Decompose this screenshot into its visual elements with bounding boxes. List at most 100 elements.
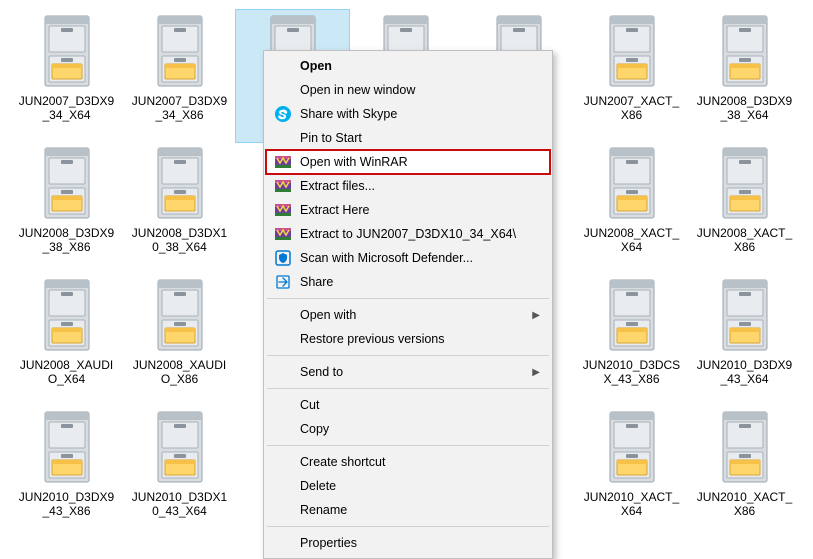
menu-item-label: Extract files...: [300, 179, 522, 193]
menu-item[interactable]: Extract Here: [266, 198, 550, 222]
menu-item[interactable]: Share: [266, 270, 550, 294]
menu-item-label: Copy: [300, 422, 522, 436]
skype-icon: [274, 105, 292, 123]
menu-item[interactable]: Scan with Microsoft Defender...: [266, 246, 550, 270]
file-label: JUN2008_XAUDIO_X64: [17, 358, 117, 387]
menu-item-label: Rename: [300, 503, 522, 517]
cabinet-icon: [39, 146, 95, 222]
menu-item-label: Open with: [300, 308, 522, 322]
none-icon: [274, 396, 292, 414]
file-label: JUN2008_XACT_X64: [582, 226, 682, 255]
defender-icon: [274, 249, 292, 267]
menu-item[interactable]: Rename: [266, 498, 550, 522]
file-item[interactable]: JUN2008_XACT_X86: [688, 142, 801, 274]
menu-item[interactable]: Open with ▶: [266, 303, 550, 327]
menu-item[interactable]: Open with WinRAR: [266, 150, 550, 174]
none-icon: [274, 534, 292, 552]
cabinet-icon: [717, 410, 773, 486]
file-item[interactable]: JUN2010_D3DCSX_43_X86: [575, 274, 688, 406]
cabinet-icon: [152, 146, 208, 222]
winrar-icon: [274, 225, 292, 243]
menu-item[interactable]: Properties: [266, 531, 550, 555]
cabinet-icon: [717, 278, 773, 354]
file-item[interactable]: JUN2007_XACT_X86: [575, 10, 688, 142]
menu-item-label: Scan with Microsoft Defender...: [300, 251, 522, 265]
menu-item[interactable]: Share with Skype: [266, 102, 550, 126]
file-label: JUN2010_D3DX10_43_X64: [130, 490, 230, 519]
cabinet-icon: [152, 278, 208, 354]
cabinet-icon: [39, 14, 95, 90]
cabinet-icon: [152, 410, 208, 486]
file-item[interactable]: JUN2010_D3DX10_43_X64: [123, 406, 236, 538]
menu-item[interactable]: Open in new window: [266, 78, 550, 102]
menu-item[interactable]: Send to ▶: [266, 360, 550, 384]
file-item[interactable]: JUN2008_D3DX10_38_X64: [123, 142, 236, 274]
file-item[interactable]: JUN2010_D3DX9_43_X64: [688, 274, 801, 406]
menu-item-label: Send to: [300, 365, 522, 379]
chevron-right-icon: ▶: [532, 310, 540, 321]
menu-item-label: Share: [300, 275, 522, 289]
menu-item[interactable]: Create shortcut: [266, 450, 550, 474]
file-label: JUN2010_D3DX9_43_X86: [17, 490, 117, 519]
chevron-right-icon: ▶: [532, 367, 540, 378]
menu-item-label: Share with Skype: [300, 107, 522, 121]
menu-item-label: Restore previous versions: [300, 332, 522, 346]
file-label: JUN2008_D3DX9_38_X86: [17, 226, 117, 255]
context-menu: Open Open in new window Share with Skype Pi…: [263, 50, 553, 559]
cabinet-icon: [39, 278, 95, 354]
file-label: JUN2008_XACT_X86: [695, 226, 795, 255]
share-icon: [274, 273, 292, 291]
none-icon: [274, 501, 292, 519]
file-item[interactable]: JUN2007_D3DX9_34_X64: [10, 10, 123, 142]
cabinet-icon: [604, 14, 660, 90]
file-label: JUN2010_D3DX9_43_X64: [695, 358, 795, 387]
menu-item[interactable]: Cut: [266, 393, 550, 417]
file-item[interactable]: JUN2010_D3DX9_43_X86: [10, 406, 123, 538]
file-label: JUN2010_D3DCSX_43_X86: [582, 358, 682, 387]
menu-separator: [267, 526, 549, 527]
menu-item-label: Open in new window: [300, 83, 522, 97]
winrar-icon: [274, 153, 292, 171]
file-item[interactable]: JUN2008_D3DX9_38_X64: [688, 10, 801, 142]
menu-item-label: Open with WinRAR: [300, 155, 522, 169]
menu-item-label: Properties: [300, 536, 522, 550]
file-item[interactable]: JUN2010_XACT_X64: [575, 406, 688, 538]
cabinet-icon: [717, 14, 773, 90]
menu-item[interactable]: Extract files...: [266, 174, 550, 198]
file-label: JUN2007_XACT_X86: [582, 94, 682, 123]
none-icon: [274, 57, 292, 75]
none-icon: [274, 81, 292, 99]
none-icon: [274, 330, 292, 348]
menu-item-label: Extract Here: [300, 203, 522, 217]
cabinet-icon: [604, 146, 660, 222]
menu-item[interactable]: Restore previous versions: [266, 327, 550, 351]
menu-separator: [267, 445, 549, 446]
file-item[interactable]: JUN2008_XAUDIO_X86: [123, 274, 236, 406]
file-label: JUN2007_D3DX9_34_X86: [130, 94, 230, 123]
cabinet-icon: [604, 410, 660, 486]
menu-item-label: Cut: [300, 398, 522, 412]
menu-separator: [267, 388, 549, 389]
cabinet-icon: [39, 410, 95, 486]
menu-item[interactable]: Delete: [266, 474, 550, 498]
cabinet-icon: [152, 14, 208, 90]
menu-item-label: Pin to Start: [300, 131, 522, 145]
menu-item-label: Extract to JUN2007_D3DX10_34_X64\: [300, 227, 522, 241]
file-label: JUN2008_D3DX10_38_X64: [130, 226, 230, 255]
file-item[interactable]: JUN2008_XACT_X64: [575, 142, 688, 274]
cabinet-icon: [604, 278, 660, 354]
file-item[interactable]: JUN2008_D3DX9_38_X86: [10, 142, 123, 274]
menu-item[interactable]: Open: [266, 54, 550, 78]
winrar-icon: [274, 177, 292, 195]
file-item[interactable]: JUN2008_XAUDIO_X64: [10, 274, 123, 406]
menu-item[interactable]: Copy: [266, 417, 550, 441]
none-icon: [274, 306, 292, 324]
menu-item-label: Open: [300, 59, 522, 73]
cabinet-icon: [717, 146, 773, 222]
menu-item[interactable]: Extract to JUN2007_D3DX10_34_X64\: [266, 222, 550, 246]
menu-item[interactable]: Pin to Start: [266, 126, 550, 150]
none-icon: [274, 453, 292, 471]
file-item[interactable]: JUN2007_D3DX9_34_X86: [123, 10, 236, 142]
none-icon: [274, 420, 292, 438]
file-item[interactable]: JUN2010_XACT_X86: [688, 406, 801, 538]
